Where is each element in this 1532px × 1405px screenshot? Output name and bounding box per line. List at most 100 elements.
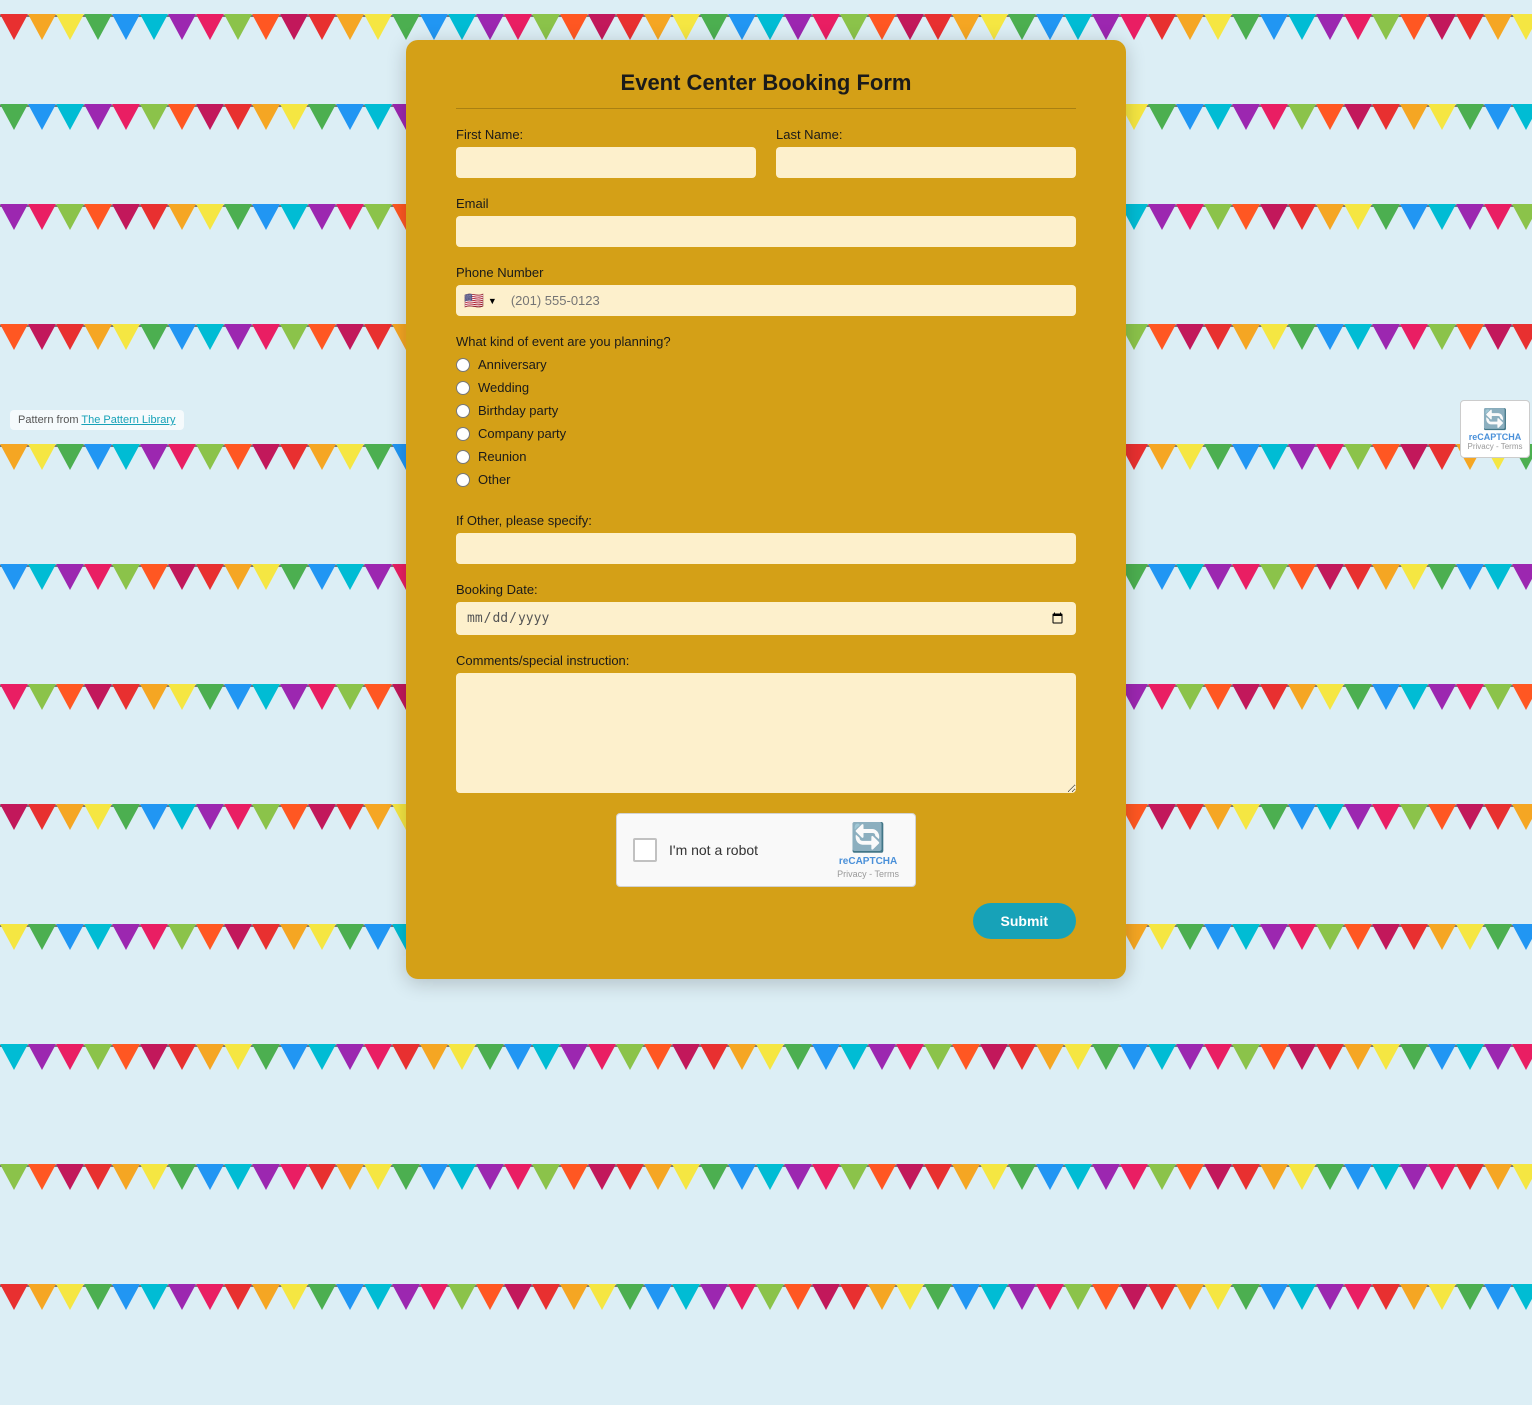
bunting-flag: [84, 804, 112, 830]
bunting-flag: [364, 684, 392, 710]
first-name-input[interactable]: [456, 147, 756, 178]
bunting-flag: [224, 564, 252, 590]
bunting-flag: [644, 1284, 672, 1310]
bunting-flag: [196, 924, 224, 950]
bunting-flag: [168, 1164, 196, 1190]
bunting-flag: [224, 104, 252, 130]
bunting-flag: [336, 1044, 364, 1070]
bunting-flag: [0, 924, 28, 950]
bunting-flag: [476, 1164, 504, 1190]
bunting-flag: [196, 104, 224, 130]
bunting-flag: [476, 1044, 504, 1070]
captcha-privacy-terms: Privacy - Terms: [837, 869, 899, 879]
bunting-flag: [308, 924, 336, 950]
bunting-flag: [224, 324, 252, 350]
bunting-flag: [252, 804, 280, 830]
bunting-flag: [532, 1044, 560, 1070]
bunting-flag: [980, 14, 1008, 40]
bunting-flag: [1400, 14, 1428, 40]
radio-company-input[interactable]: [456, 427, 470, 441]
last-name-label: Last Name:: [776, 127, 1076, 142]
bunting-flag: [728, 1284, 756, 1310]
bunting-flag: [756, 1284, 784, 1310]
bunting-flag: [56, 1164, 84, 1190]
radio-other-label: Other: [478, 472, 511, 487]
bunting-flag: [140, 564, 168, 590]
bunting-flag: [1260, 204, 1288, 230]
bunting-flag: [1316, 924, 1344, 950]
bunting-flag: [672, 1284, 700, 1310]
bunting-flag: [1372, 104, 1400, 130]
bunting-flag: [224, 1164, 252, 1190]
radio-wedding-input[interactable]: [456, 381, 470, 395]
last-name-input[interactable]: [776, 147, 1076, 178]
bunting-flag: [896, 1044, 924, 1070]
phone-flag[interactable]: 🇺🇸 ▼: [456, 291, 505, 311]
bunting-flag: [364, 444, 392, 470]
bunting-flag: [280, 684, 308, 710]
bunting-flag: [308, 1044, 336, 1070]
bunting-flag: [1372, 324, 1400, 350]
bunting-flag: [1204, 1284, 1232, 1310]
bunting-flag: [1120, 1284, 1148, 1310]
submit-button[interactable]: Submit: [973, 903, 1076, 939]
bunting-flag: [336, 804, 364, 830]
bunting-flag: [812, 1284, 840, 1310]
bunting-flag: [112, 1044, 140, 1070]
bunting-flag: [476, 1284, 504, 1310]
bunting-flag: [924, 14, 952, 40]
radio-birthday-input[interactable]: [456, 404, 470, 418]
pattern-library-link[interactable]: The Pattern Library: [81, 414, 175, 426]
bunting-flag: [1204, 444, 1232, 470]
booking-date-input[interactable]: [456, 602, 1076, 635]
bunting-flag: [252, 444, 280, 470]
other-specify-input[interactable]: [456, 533, 1076, 564]
radio-birthday[interactable]: Birthday party: [456, 403, 1076, 418]
bunting-flag: [784, 1044, 812, 1070]
bunting-flag: [504, 1284, 532, 1310]
bunting-flag: [1092, 1164, 1120, 1190]
bunting-flag: [1456, 324, 1484, 350]
form-title: Event Center Booking Form: [456, 70, 1076, 109]
bunting-flag: [1120, 14, 1148, 40]
bunting-flag: [1344, 14, 1372, 40]
radio-anniversary[interactable]: Anniversary: [456, 357, 1076, 372]
captcha-checkbox[interactable]: [633, 838, 657, 862]
bunting-flag: [1176, 104, 1204, 130]
radio-reunion[interactable]: Reunion: [456, 449, 1076, 464]
bunting-flag: [280, 1164, 308, 1190]
email-input[interactable]: [456, 216, 1076, 247]
radio-company[interactable]: Company party: [456, 426, 1076, 441]
bunting-flag: [1372, 444, 1400, 470]
bunting-flag: [252, 204, 280, 230]
bunting-flag: [1260, 324, 1288, 350]
event-type-group: What kind of event are you planning? Ann…: [456, 334, 1076, 495]
captcha-box[interactable]: I'm not a robot 🔄 reCAPTCHA Privacy - Te…: [616, 813, 916, 887]
radio-anniversary-input[interactable]: [456, 358, 470, 372]
bunting-flag: [1148, 804, 1176, 830]
bunting-flag: [1288, 204, 1316, 230]
bunting-flag: [336, 684, 364, 710]
bunting-flag: [0, 684, 28, 710]
bunting-flag: [1036, 1164, 1064, 1190]
captcha-left: I'm not a robot: [633, 838, 758, 862]
bunting-flag: [0, 104, 28, 130]
bunting-flag: [1512, 684, 1532, 710]
radio-other-input[interactable]: [456, 473, 470, 487]
bunting-flag: [672, 1044, 700, 1070]
bunting-flag: [28, 324, 56, 350]
bunting-flag: [980, 1164, 1008, 1190]
radio-wedding[interactable]: Wedding: [456, 380, 1076, 395]
radio-reunion-input[interactable]: [456, 450, 470, 464]
radio-other[interactable]: Other: [456, 472, 1076, 487]
bunting-flag: [1260, 924, 1288, 950]
comments-input[interactable]: [456, 673, 1076, 793]
bunting-flag: [28, 104, 56, 130]
email-label: Email: [456, 196, 1076, 211]
bunting-flag: [1428, 804, 1456, 830]
phone-input[interactable]: [505, 285, 1076, 316]
bunting-flag: [168, 564, 196, 590]
bunting-flag: [1316, 444, 1344, 470]
bunting-flag: [420, 1164, 448, 1190]
bunting-flag: [252, 924, 280, 950]
